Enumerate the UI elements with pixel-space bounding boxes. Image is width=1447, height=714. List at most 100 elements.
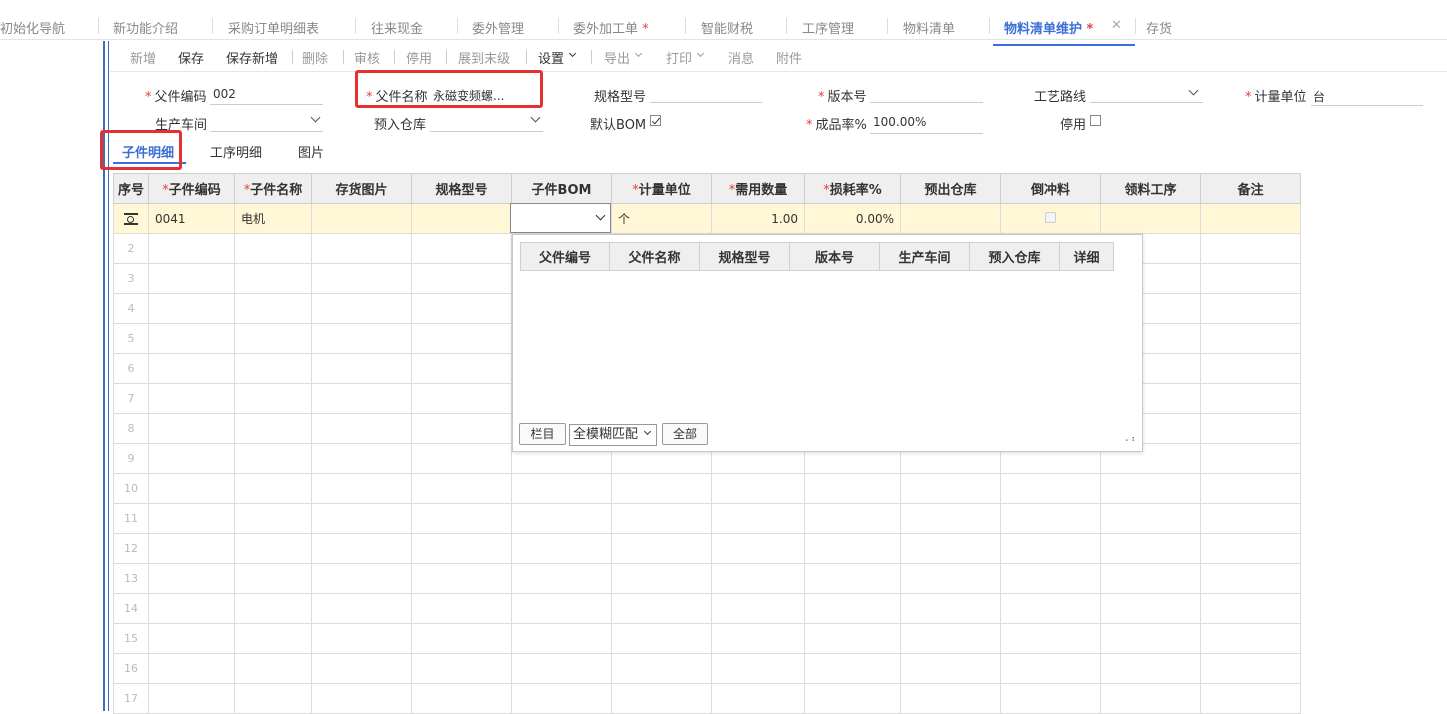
- row-number-cell[interactable]: 6: [114, 354, 149, 384]
- grid-cell[interactable]: [1201, 504, 1301, 534]
- grid-cell[interactable]: [312, 354, 412, 384]
- row-number-cell[interactable]: 11: [114, 504, 149, 534]
- grid-cell[interactable]: [805, 684, 901, 714]
- grid-cell[interactable]: [235, 234, 312, 264]
- popup-column-header[interactable]: 版本号: [790, 243, 880, 271]
- grid-cell[interactable]: [1201, 564, 1301, 594]
- message-button[interactable]: 消息: [728, 48, 754, 67]
- tab-new-features[interactable]: 新功能介绍: [113, 18, 178, 37]
- grid-cell[interactable]: [235, 624, 312, 654]
- grid-cell[interactable]: [312, 324, 412, 354]
- grid-cell[interactable]: [1201, 324, 1301, 354]
- grid-cell[interactable]: [1101, 504, 1201, 534]
- grid-cell[interactable]: [805, 654, 901, 684]
- expand-button[interactable]: 展到末级: [458, 48, 510, 67]
- grid-cell[interactable]: [412, 294, 512, 324]
- tab-process-mgmt[interactable]: 工序管理: [802, 18, 854, 37]
- audit-button[interactable]: 审核: [354, 48, 380, 67]
- grid-cell[interactable]: [149, 294, 235, 324]
- grid-cell[interactable]: [149, 684, 235, 714]
- grid-cell[interactable]: [901, 594, 1001, 624]
- close-icon[interactable]: ✕: [1111, 18, 1122, 33]
- child-name-cell[interactable]: 电机: [235, 204, 312, 234]
- grid-cell[interactable]: [512, 504, 612, 534]
- grid-cell[interactable]: [312, 684, 412, 714]
- grid-cell[interactable]: [312, 624, 412, 654]
- tab-cash[interactable]: 往来现金: [371, 18, 423, 37]
- grid-cell[interactable]: [1201, 474, 1301, 504]
- grid-cell[interactable]: [1101, 564, 1201, 594]
- grid-cell[interactable]: [412, 534, 512, 564]
- grid-cell[interactable]: [235, 684, 312, 714]
- grid-cell[interactable]: [149, 504, 235, 534]
- table-row[interactable]: 12: [114, 534, 1301, 564]
- grid-cell[interactable]: [1101, 534, 1201, 564]
- column-header[interactable]: 领料工序: [1101, 174, 1201, 204]
- table-row[interactable]: 0041 电机 个 1.00 0.00%: [114, 204, 1301, 234]
- grid-cell[interactable]: [901, 504, 1001, 534]
- spec-cell[interactable]: [412, 204, 512, 234]
- grid-cell[interactable]: [1001, 654, 1101, 684]
- grid-cell[interactable]: [312, 474, 412, 504]
- grid-cell[interactable]: [412, 564, 512, 594]
- grid-cell[interactable]: [412, 234, 512, 264]
- grid-cell[interactable]: [149, 384, 235, 414]
- grid-cell[interactable]: [149, 474, 235, 504]
- grid-cell[interactable]: [712, 594, 805, 624]
- popup-column-header[interactable]: 规格型号: [700, 243, 790, 271]
- grid-cell[interactable]: [312, 594, 412, 624]
- unit-cell[interactable]: 个: [612, 204, 712, 234]
- attachment-button[interactable]: 附件: [776, 48, 802, 67]
- grid-cell[interactable]: [612, 474, 712, 504]
- grid-cell[interactable]: [1101, 654, 1201, 684]
- grid-cell[interactable]: [1001, 594, 1101, 624]
- column-header[interactable]: *需用数量: [712, 174, 805, 204]
- image-cell[interactable]: [312, 204, 412, 234]
- grid-cell[interactable]: [235, 324, 312, 354]
- grid-cell[interactable]: [901, 684, 1001, 714]
- grid-cell[interactable]: [1201, 294, 1301, 324]
- grid-cell[interactable]: [312, 564, 412, 594]
- grid-cell[interactable]: [612, 534, 712, 564]
- loss-cell[interactable]: 0.00%: [805, 204, 901, 234]
- grid-cell[interactable]: [149, 264, 235, 294]
- grid-cell[interactable]: [612, 654, 712, 684]
- grid-cell[interactable]: [1101, 684, 1201, 714]
- grid-cell[interactable]: [1201, 594, 1301, 624]
- grid-cell[interactable]: [235, 594, 312, 624]
- child-bom-select[interactable]: [510, 203, 611, 233]
- grid-cell[interactable]: [712, 534, 805, 564]
- grid-cell[interactable]: [1201, 534, 1301, 564]
- popup-column-header[interactable]: 详细: [1060, 243, 1114, 271]
- grid-cell[interactable]: [149, 654, 235, 684]
- column-header[interactable]: *损耗率%: [805, 174, 901, 204]
- grid-cell[interactable]: [149, 324, 235, 354]
- grid-cell[interactable]: [1201, 264, 1301, 294]
- grid-cell[interactable]: [612, 504, 712, 534]
- grid-cell[interactable]: [712, 624, 805, 654]
- grid-cell[interactable]: [149, 234, 235, 264]
- grid-cell[interactable]: [235, 534, 312, 564]
- grid-cell[interactable]: [149, 564, 235, 594]
- default-bom-checkbox[interactable]: [650, 115, 661, 126]
- row-number-cell[interactable]: 10: [114, 474, 149, 504]
- grid-cell[interactable]: [235, 444, 312, 474]
- grid-cell[interactable]: [901, 654, 1001, 684]
- tab-init-nav[interactable]: 初始化导航: [0, 18, 65, 37]
- grid-cell[interactable]: [612, 624, 712, 654]
- tab-outsourcing[interactable]: 委外管理: [472, 18, 524, 37]
- column-header[interactable]: 预出仓库: [901, 174, 1001, 204]
- export-menu[interactable]: 导出: [604, 48, 630, 67]
- print-menu[interactable]: 打印: [666, 48, 692, 67]
- row-number-cell[interactable]: 7: [114, 384, 149, 414]
- table-row[interactable]: 17: [114, 684, 1301, 714]
- tab-purchase-order-detail[interactable]: 采购订单明细表: [228, 18, 319, 37]
- row-number-cell[interactable]: 8: [114, 414, 149, 444]
- column-header[interactable]: 存货图片: [312, 174, 412, 204]
- grid-cell[interactable]: [712, 654, 805, 684]
- table-row[interactable]: 14: [114, 594, 1301, 624]
- grid-cell[interactable]: [805, 564, 901, 594]
- grid-cell[interactable]: [805, 624, 901, 654]
- grid-cell[interactable]: [1001, 684, 1101, 714]
- grid-cell[interactable]: [235, 474, 312, 504]
